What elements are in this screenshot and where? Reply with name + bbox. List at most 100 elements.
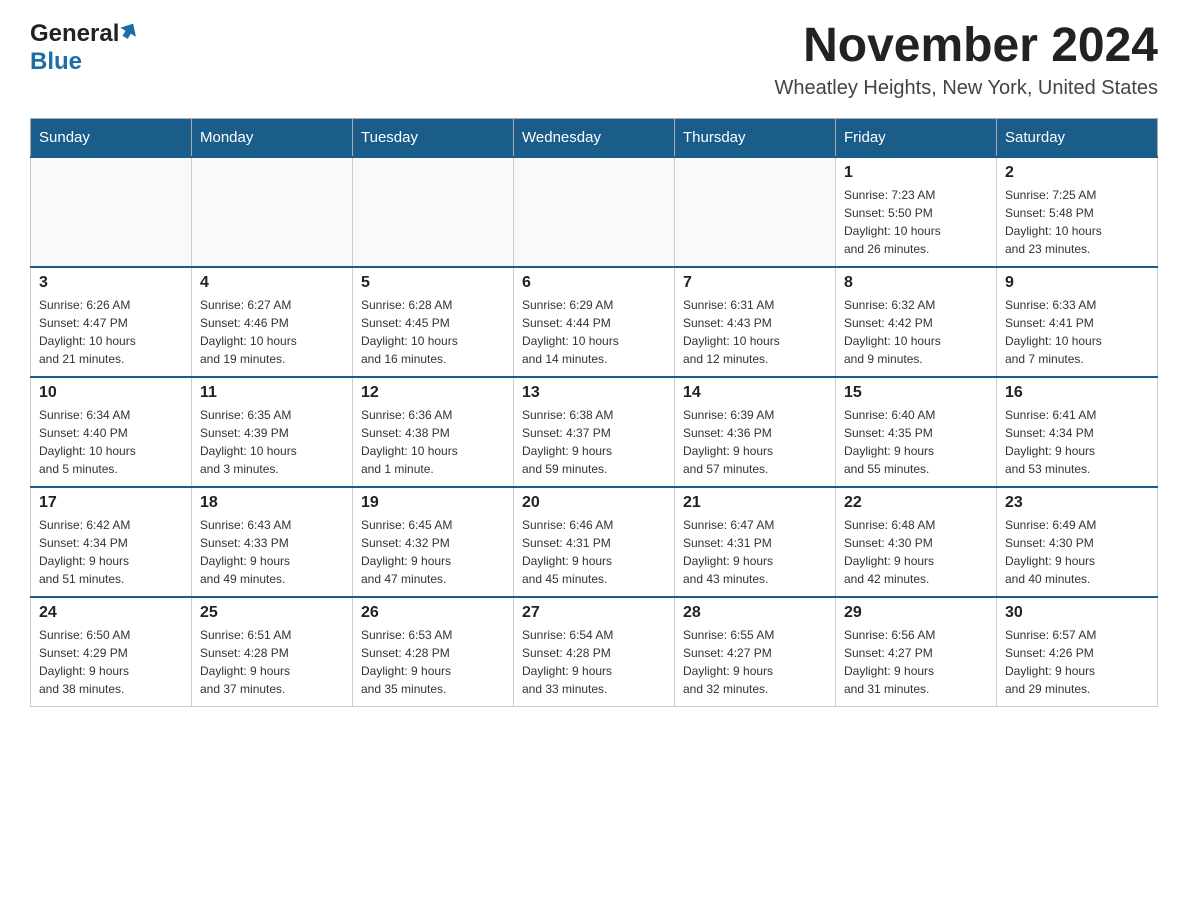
day-info: Sunrise: 6:28 AM Sunset: 4:45 PM Dayligh… bbox=[361, 296, 505, 368]
table-row: 19Sunrise: 6:45 AM Sunset: 4:32 PM Dayli… bbox=[353, 487, 514, 597]
table-row: 4 Sunrise: 6:27 AM Sunset: 4:46 PM Daylig… bbox=[192, 267, 353, 377]
col-wednesday: Wednesday bbox=[514, 118, 675, 157]
table-row bbox=[353, 157, 514, 267]
table-row bbox=[192, 157, 353, 267]
day-info: Sunrise: 6:55 AM Sunset: 4:27 PM Dayligh… bbox=[683, 626, 827, 698]
table-row: 22 Sunrise: 6:48 AM Sunset: 4:30 PM Dayli… bbox=[836, 487, 997, 597]
day-number: 25 bbox=[200, 604, 344, 622]
day-number: 8 bbox=[844, 274, 988, 292]
table-row: 17 Sunrise: 6:42 AM Sunset: 4:34 PM Dayli… bbox=[31, 487, 192, 597]
table-row bbox=[514, 157, 675, 267]
day-info: Sunrise: 6:54 AM Sunset: 4:28 PM Dayligh… bbox=[522, 626, 666, 698]
day-info: Sunrise: 6:31 AM Sunset: 4:43 PM Dayligh… bbox=[683, 296, 827, 368]
day-number: 7 bbox=[683, 274, 827, 292]
day-number: 1 bbox=[844, 164, 988, 182]
col-thursday: Thursday bbox=[675, 118, 836, 157]
day-number: 3 bbox=[39, 274, 183, 292]
day-info: Sunrise: 6:41 AM Sunset: 4:34 PM Dayligh… bbox=[1005, 406, 1149, 478]
day-number: 4 bbox=[200, 274, 344, 292]
table-row: 24 Sunrise: 6:50 AM Sunset: 4:29 PM Dayli… bbox=[31, 597, 192, 707]
day-info: Sunrise: 6:33 AM Sunset: 4:41 PM Dayligh… bbox=[1005, 296, 1149, 368]
day-number: 12 bbox=[361, 384, 505, 402]
table-row: 2 Sunrise: 7:25 AM Sunset: 5:48 PM Daylig… bbox=[997, 157, 1158, 267]
table-row: 6Sunrise: 6:29 AM Sunset: 4:44 PM Daylig… bbox=[514, 267, 675, 377]
title-section: November 2024 Wheatley Heights, New York… bbox=[774, 20, 1158, 100]
day-info: Sunrise: 6:50 AM Sunset: 4:29 PM Dayligh… bbox=[39, 626, 183, 698]
table-row: 23 Sunrise: 6:49 AM Sunset: 4:30 PM Dayli… bbox=[997, 487, 1158, 597]
day-number: 29 bbox=[844, 604, 988, 622]
page-header: General Blue November 2024 Wheatley Heig… bbox=[30, 20, 1158, 100]
day-info: Sunrise: 6:39 AM Sunset: 4:36 PM Dayligh… bbox=[683, 406, 827, 478]
calendar-header-row: Sunday Monday Tuesday Wednesday Thursday… bbox=[31, 118, 1158, 157]
day-number: 28 bbox=[683, 604, 827, 622]
table-row: 10 Sunrise: 6:34 AM Sunset: 4:40 PM Dayli… bbox=[31, 377, 192, 487]
day-number: 2 bbox=[1005, 164, 1149, 182]
table-row: 12 Sunrise: 6:36 AM Sunset: 4:38 PM Dayli… bbox=[353, 377, 514, 487]
day-number: 17 bbox=[39, 494, 183, 512]
table-row: 16 Sunrise: 6:41 AM Sunset: 4:34 PM Dayli… bbox=[997, 377, 1158, 487]
day-info: Sunrise: 7:23 AM Sunset: 5:50 PM Dayligh… bbox=[844, 186, 988, 258]
day-info: Sunrise: 7:25 AM Sunset: 5:48 PM Dayligh… bbox=[1005, 186, 1149, 258]
day-info: Sunrise: 6:27 AM Sunset: 4:46 PM Dayligh… bbox=[200, 296, 344, 368]
calendar-week-row: 17 Sunrise: 6:42 AM Sunset: 4:34 PM Dayli… bbox=[31, 487, 1158, 597]
day-number: 23 bbox=[1005, 494, 1149, 512]
calendar-week-row: 10 Sunrise: 6:34 AM Sunset: 4:40 PM Dayli… bbox=[31, 377, 1158, 487]
day-number: 10 bbox=[39, 384, 183, 402]
table-row bbox=[675, 157, 836, 267]
day-number: 5 bbox=[361, 274, 505, 292]
table-row: 27 Sunrise: 6:54 AM Sunset: 4:28 PM Dayli… bbox=[514, 597, 675, 707]
day-number: 11 bbox=[200, 384, 344, 402]
day-info: Sunrise: 6:48 AM Sunset: 4:30 PM Dayligh… bbox=[844, 516, 988, 588]
day-info: Sunrise: 6:46 AM Sunset: 4:31 PM Dayligh… bbox=[522, 516, 666, 588]
day-number: 30 bbox=[1005, 604, 1149, 622]
table-row: 9 Sunrise: 6:33 AM Sunset: 4:41 PM Daylig… bbox=[997, 267, 1158, 377]
calendar-week-row: 24 Sunrise: 6:50 AM Sunset: 4:29 PM Dayli… bbox=[31, 597, 1158, 707]
day-number: 14 bbox=[683, 384, 827, 402]
day-number: 16 bbox=[1005, 384, 1149, 402]
day-info: Sunrise: 6:35 AM Sunset: 4:39 PM Dayligh… bbox=[200, 406, 344, 478]
table-row: 18 Sunrise: 6:43 AM Sunset: 4:33 PM Dayli… bbox=[192, 487, 353, 597]
col-sunday: Sunday bbox=[31, 118, 192, 157]
day-number: 13 bbox=[522, 384, 666, 402]
day-info: Sunrise: 6:47 AM Sunset: 4:31 PM Dayligh… bbox=[683, 516, 827, 588]
day-number: 22 bbox=[844, 494, 988, 512]
table-row: 13 Sunrise: 6:38 AM Sunset: 4:37 PM Dayli… bbox=[514, 377, 675, 487]
table-row: 26Sunrise: 6:53 AM Sunset: 4:28 PM Dayli… bbox=[353, 597, 514, 707]
day-info: Sunrise: 6:34 AM Sunset: 4:40 PM Dayligh… bbox=[39, 406, 183, 478]
day-info: Sunrise: 6:51 AM Sunset: 4:28 PM Dayligh… bbox=[200, 626, 344, 698]
col-saturday: Saturday bbox=[997, 118, 1158, 157]
day-number: 6 bbox=[522, 274, 666, 292]
day-info: Sunrise: 6:43 AM Sunset: 4:33 PM Dayligh… bbox=[200, 516, 344, 588]
logo-blue-text: Blue bbox=[30, 48, 82, 75]
table-row: 1 Sunrise: 7:23 AM Sunset: 5:50 PM Daylig… bbox=[836, 157, 997, 267]
logo-general-text: General bbox=[30, 20, 119, 48]
day-info: Sunrise: 6:38 AM Sunset: 4:37 PM Dayligh… bbox=[522, 406, 666, 478]
table-row: 20Sunrise: 6:46 AM Sunset: 4:31 PM Dayli… bbox=[514, 487, 675, 597]
day-info: Sunrise: 6:36 AM Sunset: 4:38 PM Dayligh… bbox=[361, 406, 505, 478]
table-row: 25 Sunrise: 6:51 AM Sunset: 4:28 PM Dayli… bbox=[192, 597, 353, 707]
table-row: 11 Sunrise: 6:35 AM Sunset: 4:39 PM Dayli… bbox=[192, 377, 353, 487]
day-number: 15 bbox=[844, 384, 988, 402]
day-number: 9 bbox=[1005, 274, 1149, 292]
day-number: 21 bbox=[683, 494, 827, 512]
day-info: Sunrise: 6:49 AM Sunset: 4:30 PM Dayligh… bbox=[1005, 516, 1149, 588]
day-info: Sunrise: 6:45 AM Sunset: 4:32 PM Dayligh… bbox=[361, 516, 505, 588]
col-tuesday: Tuesday bbox=[353, 118, 514, 157]
month-title: November 2024 bbox=[774, 20, 1158, 73]
day-info: Sunrise: 6:42 AM Sunset: 4:34 PM Dayligh… bbox=[39, 516, 183, 588]
location-text: Wheatley Heights, New York, United State… bbox=[774, 77, 1158, 100]
col-monday: Monday bbox=[192, 118, 353, 157]
day-info: Sunrise: 6:56 AM Sunset: 4:27 PM Dayligh… bbox=[844, 626, 988, 698]
table-row: 15Sunrise: 6:40 AM Sunset: 4:35 PM Dayli… bbox=[836, 377, 997, 487]
table-row: 7 Sunrise: 6:31 AM Sunset: 4:43 PM Daylig… bbox=[675, 267, 836, 377]
col-friday: Friday bbox=[836, 118, 997, 157]
day-number: 27 bbox=[522, 604, 666, 622]
day-number: 18 bbox=[200, 494, 344, 512]
table-row: 29 Sunrise: 6:56 AM Sunset: 4:27 PM Dayli… bbox=[836, 597, 997, 707]
day-info: Sunrise: 6:26 AM Sunset: 4:47 PM Dayligh… bbox=[39, 296, 183, 368]
calendar-week-row: 3 Sunrise: 6:26 AM Sunset: 4:47 PM Daylig… bbox=[31, 267, 1158, 377]
day-number: 24 bbox=[39, 604, 183, 622]
table-row: 3 Sunrise: 6:26 AM Sunset: 4:47 PM Daylig… bbox=[31, 267, 192, 377]
logo-arrow-icon bbox=[119, 20, 141, 47]
table-row: 14 Sunrise: 6:39 AM Sunset: 4:36 PM Dayli… bbox=[675, 377, 836, 487]
